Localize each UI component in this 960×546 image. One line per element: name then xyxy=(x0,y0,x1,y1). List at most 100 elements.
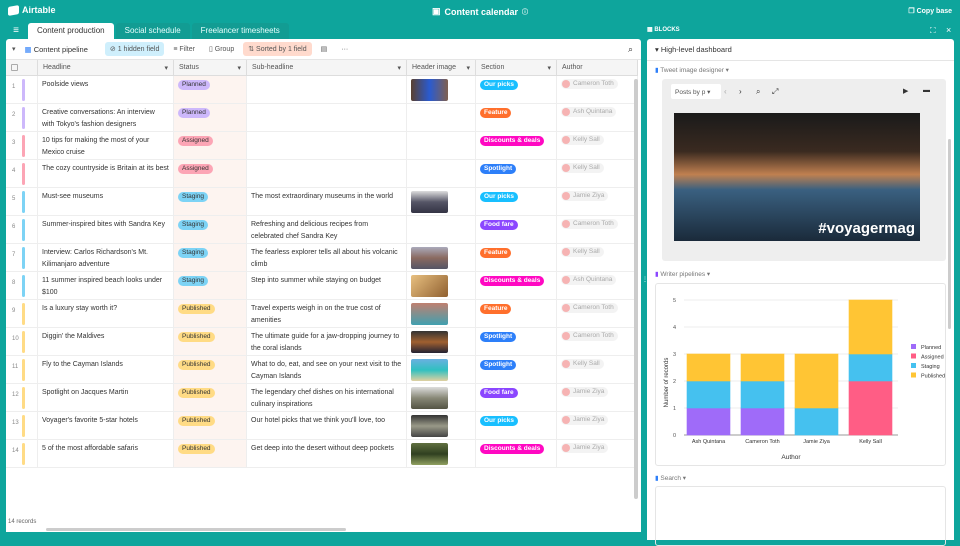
status-cell[interactable]: Assigned xyxy=(174,160,247,187)
menu-icon[interactable]: ≡ xyxy=(6,23,26,39)
row-number-cell[interactable]: 12 xyxy=(6,384,38,411)
column-header-sub-headline[interactable]: Sub-headline ▾ xyxy=(247,60,407,75)
sub-headline-cell[interactable]: Travel experts weigh in on the true cost… xyxy=(247,300,407,327)
table-row[interactable]: 11 Fly to the Cayman Islands Published W… xyxy=(6,356,638,384)
play-icon[interactable]: ▶ xyxy=(903,87,908,95)
author-cell[interactable]: Jamie Ziya xyxy=(557,384,638,411)
header-image-cell[interactable] xyxy=(407,104,476,131)
headline-cell[interactable]: Fly to the Cayman Islands xyxy=(38,356,174,383)
table-row[interactable]: 6 Summer-inspired bites with Sandra Key … xyxy=(6,216,638,244)
status-cell[interactable]: Planned xyxy=(174,76,247,103)
resize-handle[interactable]: ⋮ xyxy=(642,276,648,283)
author-cell[interactable]: Kelly Sall xyxy=(557,132,638,159)
status-cell[interactable]: Staging xyxy=(174,272,247,299)
section-cell[interactable]: Feature xyxy=(476,104,557,131)
headline-cell[interactable]: Is a luxury stay worth it? xyxy=(38,300,174,327)
table-row[interactable]: 12 Spotlight on Jacques Martin Published… xyxy=(6,384,638,412)
tab-social-schedule[interactable]: Social schedule xyxy=(115,23,190,39)
headline-cell[interactable]: Interview: Carlos Richardson's Mt. Kilim… xyxy=(38,244,174,271)
section-cell[interactable]: Spotlight xyxy=(476,328,557,355)
chevron-down-icon[interactable]: ▾ xyxy=(237,64,241,72)
header-image-cell[interactable] xyxy=(407,132,476,159)
header-image-thumbnail[interactable] xyxy=(411,303,448,325)
header-image-cell[interactable] xyxy=(407,272,476,299)
column-header-author[interactable]: Author xyxy=(557,60,638,75)
row-number-cell[interactable]: 6 xyxy=(6,216,38,243)
status-cell[interactable]: Planned xyxy=(174,104,247,131)
tab-freelancer-timesheets[interactable]: Freelancer timesheets xyxy=(191,23,289,39)
author-cell[interactable]: Cameron Toth xyxy=(557,216,638,243)
column-header-header-image[interactable]: Header image ▾ xyxy=(407,60,476,75)
table-row[interactable]: 13 Voyager's favorite 5-star hotels Publ… xyxy=(6,412,638,440)
section-cell[interactable]: Our picks xyxy=(476,76,557,103)
headline-cell[interactable]: Poolside views xyxy=(38,76,174,103)
sub-headline-cell[interactable]: The ultimate guide for a jaw-dropping jo… xyxy=(247,328,407,355)
section-cell[interactable]: Spotlight xyxy=(476,356,557,383)
base-title[interactable]: ▣ Content calendar ⓘ xyxy=(432,6,528,17)
author-cell[interactable]: Cameron Toth xyxy=(557,328,638,355)
section-cell[interactable]: Discounts & deals xyxy=(476,132,557,159)
header-image-thumbnail[interactable] xyxy=(411,359,448,381)
chevron-down-icon[interactable]: ▾ xyxy=(164,64,168,72)
header-image-thumbnail[interactable] xyxy=(411,415,448,437)
headline-cell[interactable]: 5 of the most affordable safaris xyxy=(38,440,174,467)
headline-cell[interactable]: Diggin' the Maldives xyxy=(38,328,174,355)
section-cell[interactable]: Our picks xyxy=(476,188,557,215)
section-cell[interactable]: Food fare xyxy=(476,384,557,411)
zoom-icon[interactable]: ⌕ xyxy=(756,87,760,97)
chevron-down-icon[interactable]: ▾ xyxy=(547,64,551,72)
sub-headline-cell[interactable]: The fearless explorer tells all about hi… xyxy=(247,244,407,271)
collapse-icon[interactable]: ▾ xyxy=(12,45,16,53)
header-image-cell[interactable] xyxy=(407,76,476,103)
table-row[interactable]: 3 10 tips for making the most of your Me… xyxy=(6,132,638,160)
status-cell[interactable]: Staging xyxy=(174,216,247,243)
blocks-scrollbar[interactable] xyxy=(948,139,951,329)
sub-headline-cell[interactable]: Refreshing and delicious recipes from ce… xyxy=(247,216,407,243)
status-cell[interactable]: Published xyxy=(174,412,247,439)
more-button[interactable]: ··· xyxy=(336,43,353,56)
table-row[interactable]: 9 Is a luxury stay worth it? Published T… xyxy=(6,300,638,328)
filter-button[interactable]: ≡ Filter xyxy=(168,43,200,56)
header-image-thumbnail[interactable] xyxy=(411,247,448,269)
prev-icon[interactable]: ‹ xyxy=(724,87,727,96)
row-number-cell[interactable]: 10 xyxy=(6,328,38,355)
posts-select[interactable]: Posts by p ▾ xyxy=(671,84,721,99)
sub-headline-cell[interactable] xyxy=(247,76,407,103)
author-cell[interactable]: Kelly Sall xyxy=(557,160,638,187)
group-button[interactable]: ▯ Group xyxy=(204,42,239,56)
author-cell[interactable]: Kelly Sall xyxy=(557,356,638,383)
sub-headline-cell[interactable]: Our hotel picks that we think you'll lov… xyxy=(247,412,407,439)
headline-cell[interactable]: 10 tips for making the most of your Mexi… xyxy=(38,132,174,159)
sub-headline-cell[interactable]: Step into summer while staying on budget xyxy=(247,272,407,299)
row-height-icon[interactable]: ▤ xyxy=(316,42,333,56)
header-image-thumbnail[interactable] xyxy=(411,387,448,409)
tab-content-production[interactable]: Content production xyxy=(28,23,114,39)
status-cell[interactable]: Staging xyxy=(174,188,247,215)
headline-cell[interactable]: Voyager's favorite 5-star hotels xyxy=(38,412,174,439)
column-header-status[interactable]: Status ▾ xyxy=(174,60,247,75)
fullscreen-icon[interactable]: ⛶ xyxy=(930,26,936,36)
next-icon[interactable]: › xyxy=(739,87,742,96)
header-image-cell[interactable] xyxy=(407,300,476,327)
table-row[interactable]: 4 The cozy countryside is Britain at its… xyxy=(6,160,638,188)
author-cell[interactable]: Ash Quintana xyxy=(557,104,638,131)
row-number-cell[interactable]: 8 xyxy=(6,272,38,299)
table-row[interactable]: 8 11 summer inspired beach looks under $… xyxy=(6,272,638,300)
row-number-cell[interactable]: 13 xyxy=(6,412,38,439)
select-all-checkbox[interactable] xyxy=(6,60,38,75)
status-cell[interactable]: Published xyxy=(174,356,247,383)
row-number-cell[interactable]: 4 xyxy=(6,160,38,187)
copy-base-button[interactable]: ❐ Copy base xyxy=(908,7,952,15)
header-image-thumbnail[interactable] xyxy=(411,443,448,465)
sort-button[interactable]: ⇅ Sorted by 1 field xyxy=(243,42,312,56)
horizontal-scrollbar[interactable] xyxy=(46,528,346,531)
sub-headline-cell[interactable] xyxy=(247,104,407,131)
status-cell[interactable]: Published xyxy=(174,384,247,411)
header-image-cell[interactable] xyxy=(407,160,476,187)
chevron-down-icon[interactable]: ▾ xyxy=(466,64,470,72)
view-switcher[interactable]: ▦ Content pipeline xyxy=(20,42,93,57)
headline-cell[interactable]: Creative conversations: An interview wit… xyxy=(38,104,174,131)
row-number-cell[interactable]: 3 xyxy=(6,132,38,159)
sub-headline-cell[interactable]: Get deep into the desert without deep po… xyxy=(247,440,407,467)
column-header-headline[interactable]: Headline ▾ xyxy=(38,60,174,75)
